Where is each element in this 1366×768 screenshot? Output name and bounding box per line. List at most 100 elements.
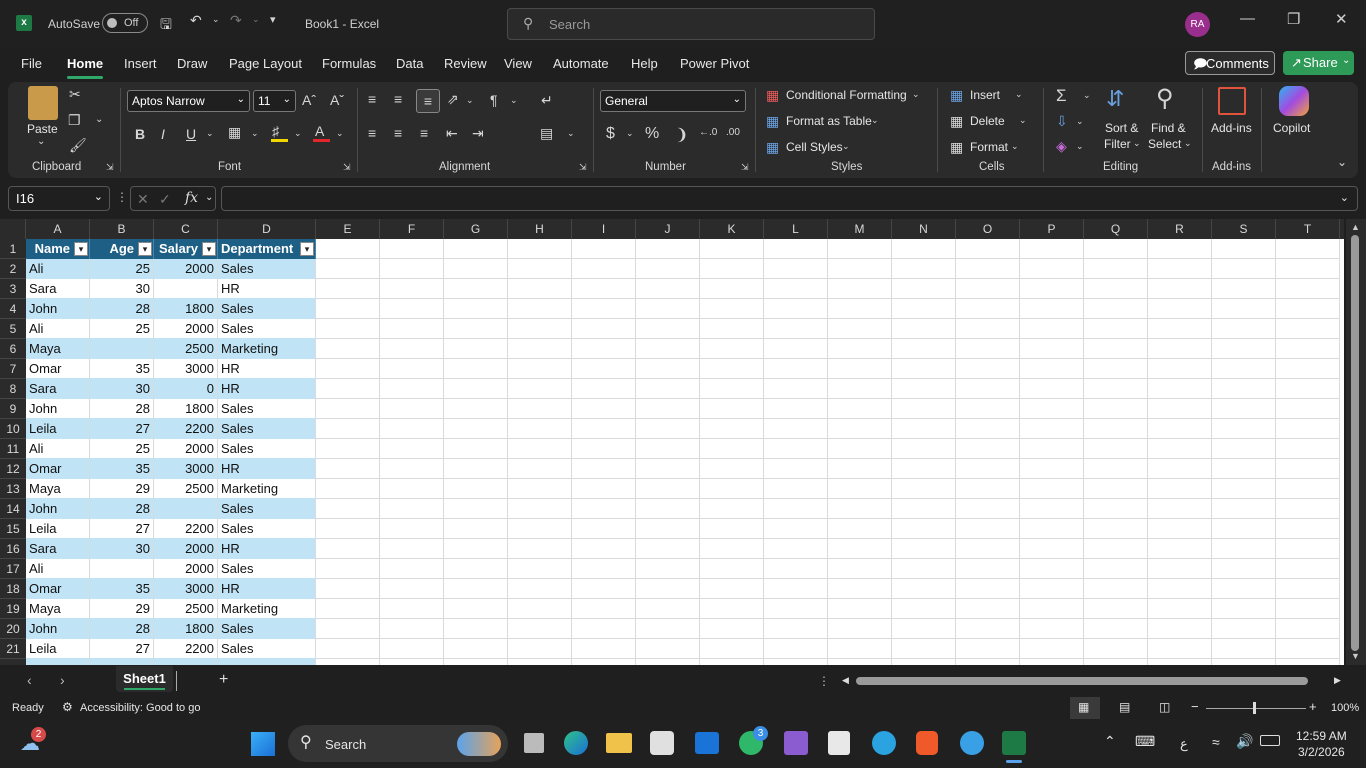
grid-cell[interactable] bbox=[1148, 519, 1212, 539]
grid-cell[interactable] bbox=[508, 439, 572, 459]
grid-cell[interactable] bbox=[1148, 579, 1212, 599]
column-header[interactable]: K bbox=[700, 219, 764, 239]
grid-cell[interactable] bbox=[316, 379, 380, 399]
grid-cell[interactable] bbox=[956, 419, 1020, 439]
column-header[interactable]: D bbox=[218, 219, 316, 239]
grid-cell[interactable] bbox=[1148, 399, 1212, 419]
grid-cell[interactable] bbox=[444, 559, 508, 579]
fill-icon[interactable]: ⇩ bbox=[1056, 113, 1068, 130]
grid-cell[interactable] bbox=[380, 239, 444, 259]
grid-cell[interactable] bbox=[700, 599, 764, 619]
grid-cell[interactable] bbox=[380, 299, 444, 319]
zoom-in-icon[interactable]: + bbox=[1309, 699, 1317, 714]
table-cell[interactable]: 2500 bbox=[154, 339, 218, 359]
grid-cell[interactable] bbox=[828, 299, 892, 319]
grid-cell[interactable] bbox=[1148, 499, 1212, 519]
grid-cell[interactable] bbox=[764, 279, 828, 299]
fill-dropdown-icon[interactable]: ⌄ bbox=[1076, 116, 1084, 127]
grid-cell[interactable] bbox=[1212, 299, 1276, 319]
snipping-tool-icon[interactable] bbox=[828, 731, 850, 755]
cell-styles-icon[interactable]: ▦ bbox=[766, 139, 779, 156]
grid-cell[interactable] bbox=[892, 259, 956, 279]
grid-cell[interactable] bbox=[636, 639, 700, 659]
grid-cell[interactable] bbox=[700, 619, 764, 639]
grid-cell[interactable] bbox=[892, 239, 956, 259]
grid-cell[interactable] bbox=[1020, 559, 1084, 579]
underline-button[interactable]: U bbox=[186, 126, 196, 142]
grid-cell[interactable] bbox=[316, 539, 380, 559]
row-header[interactable]: 20 bbox=[0, 619, 26, 639]
grid-cell[interactable] bbox=[636, 319, 700, 339]
grid-cell[interactable] bbox=[1020, 239, 1084, 259]
grid-cell[interactable] bbox=[1276, 259, 1340, 279]
row-header[interactable]: 7 bbox=[0, 359, 26, 379]
grid-cell[interactable] bbox=[444, 619, 508, 639]
grid-cell[interactable] bbox=[508, 499, 572, 519]
grid-cell[interactable] bbox=[316, 419, 380, 439]
customize-qat-icon[interactable]: ▾ bbox=[270, 13, 276, 26]
comma-style-icon[interactable]: ❩ bbox=[675, 125, 688, 145]
grid-cell[interactable] bbox=[316, 319, 380, 339]
grid-cell[interactable] bbox=[1212, 479, 1276, 499]
row-header[interactable]: 10 bbox=[0, 419, 26, 439]
grid-cell[interactable] bbox=[956, 619, 1020, 639]
grid-cell[interactable] bbox=[1276, 639, 1340, 659]
decrease-decimal-icon[interactable]: .00 bbox=[726, 127, 740, 138]
grid-cell[interactable] bbox=[1084, 359, 1148, 379]
fill-color-icon[interactable]: ♯ bbox=[272, 123, 279, 139]
grid-cell[interactable] bbox=[1276, 459, 1340, 479]
outlook-icon[interactable] bbox=[695, 732, 719, 754]
grid-cell[interactable] bbox=[380, 379, 444, 399]
row-header[interactable]: 13 bbox=[0, 479, 26, 499]
grid-cell[interactable] bbox=[572, 539, 636, 559]
grid-cell[interactable] bbox=[572, 379, 636, 399]
grid-cell[interactable] bbox=[444, 239, 508, 259]
percent-button[interactable]: % bbox=[645, 125, 659, 143]
grid-cell[interactable] bbox=[956, 359, 1020, 379]
grid-cell[interactable] bbox=[572, 459, 636, 479]
grid-cell[interactable] bbox=[892, 379, 956, 399]
grid-cell[interactable] bbox=[316, 599, 380, 619]
table-cell[interactable]: HR bbox=[218, 359, 316, 379]
grid-cell[interactable] bbox=[1148, 239, 1212, 259]
grid-cell[interactable] bbox=[444, 539, 508, 559]
grid-cell[interactable] bbox=[700, 359, 764, 379]
table-cell[interactable]: Sales bbox=[218, 499, 316, 519]
grid-cell[interactable] bbox=[572, 519, 636, 539]
grid-cell[interactable] bbox=[700, 339, 764, 359]
grid-cell[interactable] bbox=[700, 459, 764, 479]
grid-cell[interactable] bbox=[700, 439, 764, 459]
grid-cell[interactable] bbox=[1020, 479, 1084, 499]
table-cell[interactable]: HR bbox=[218, 379, 316, 399]
grid-cell[interactable] bbox=[828, 279, 892, 299]
table-cell[interactable]: 2000 bbox=[154, 559, 218, 579]
grid-cell[interactable] bbox=[1084, 259, 1148, 279]
grid-cell[interactable] bbox=[636, 459, 700, 479]
grid-cell[interactable] bbox=[956, 559, 1020, 579]
grid-cell[interactable] bbox=[636, 619, 700, 639]
table-cell[interactable]: Maya bbox=[26, 479, 90, 499]
grid-cell[interactable] bbox=[636, 539, 700, 559]
number-format-select[interactable]: General ⌄ bbox=[600, 90, 746, 112]
grid-cell[interactable] bbox=[444, 459, 508, 479]
row-header[interactable]: 19 bbox=[0, 599, 26, 619]
grid-cell[interactable] bbox=[1212, 559, 1276, 579]
store-icon[interactable] bbox=[650, 731, 674, 755]
underline-dropdown-icon[interactable]: ⌄ bbox=[206, 128, 214, 139]
grid-cell[interactable] bbox=[572, 599, 636, 619]
grid-cell[interactable] bbox=[636, 519, 700, 539]
table-cell[interactable]: Ali bbox=[26, 559, 90, 579]
grid-cell[interactable] bbox=[636, 439, 700, 459]
grid-cell[interactable] bbox=[700, 319, 764, 339]
grid-cell[interactable] bbox=[764, 479, 828, 499]
find-select-label-1[interactable]: Find & bbox=[1151, 121, 1186, 135]
accessibility-status[interactable]: Accessibility: Good to go bbox=[80, 702, 200, 714]
grid-cell[interactable] bbox=[828, 459, 892, 479]
grid-cell[interactable] bbox=[764, 519, 828, 539]
grid-cell[interactable] bbox=[828, 619, 892, 639]
grid-cell[interactable] bbox=[892, 639, 956, 659]
grid-cell[interactable] bbox=[1212, 599, 1276, 619]
share-button[interactable]: ↗ Share ⌄ bbox=[1283, 51, 1354, 75]
grid-cell[interactable] bbox=[444, 359, 508, 379]
grid-cell[interactable] bbox=[764, 579, 828, 599]
